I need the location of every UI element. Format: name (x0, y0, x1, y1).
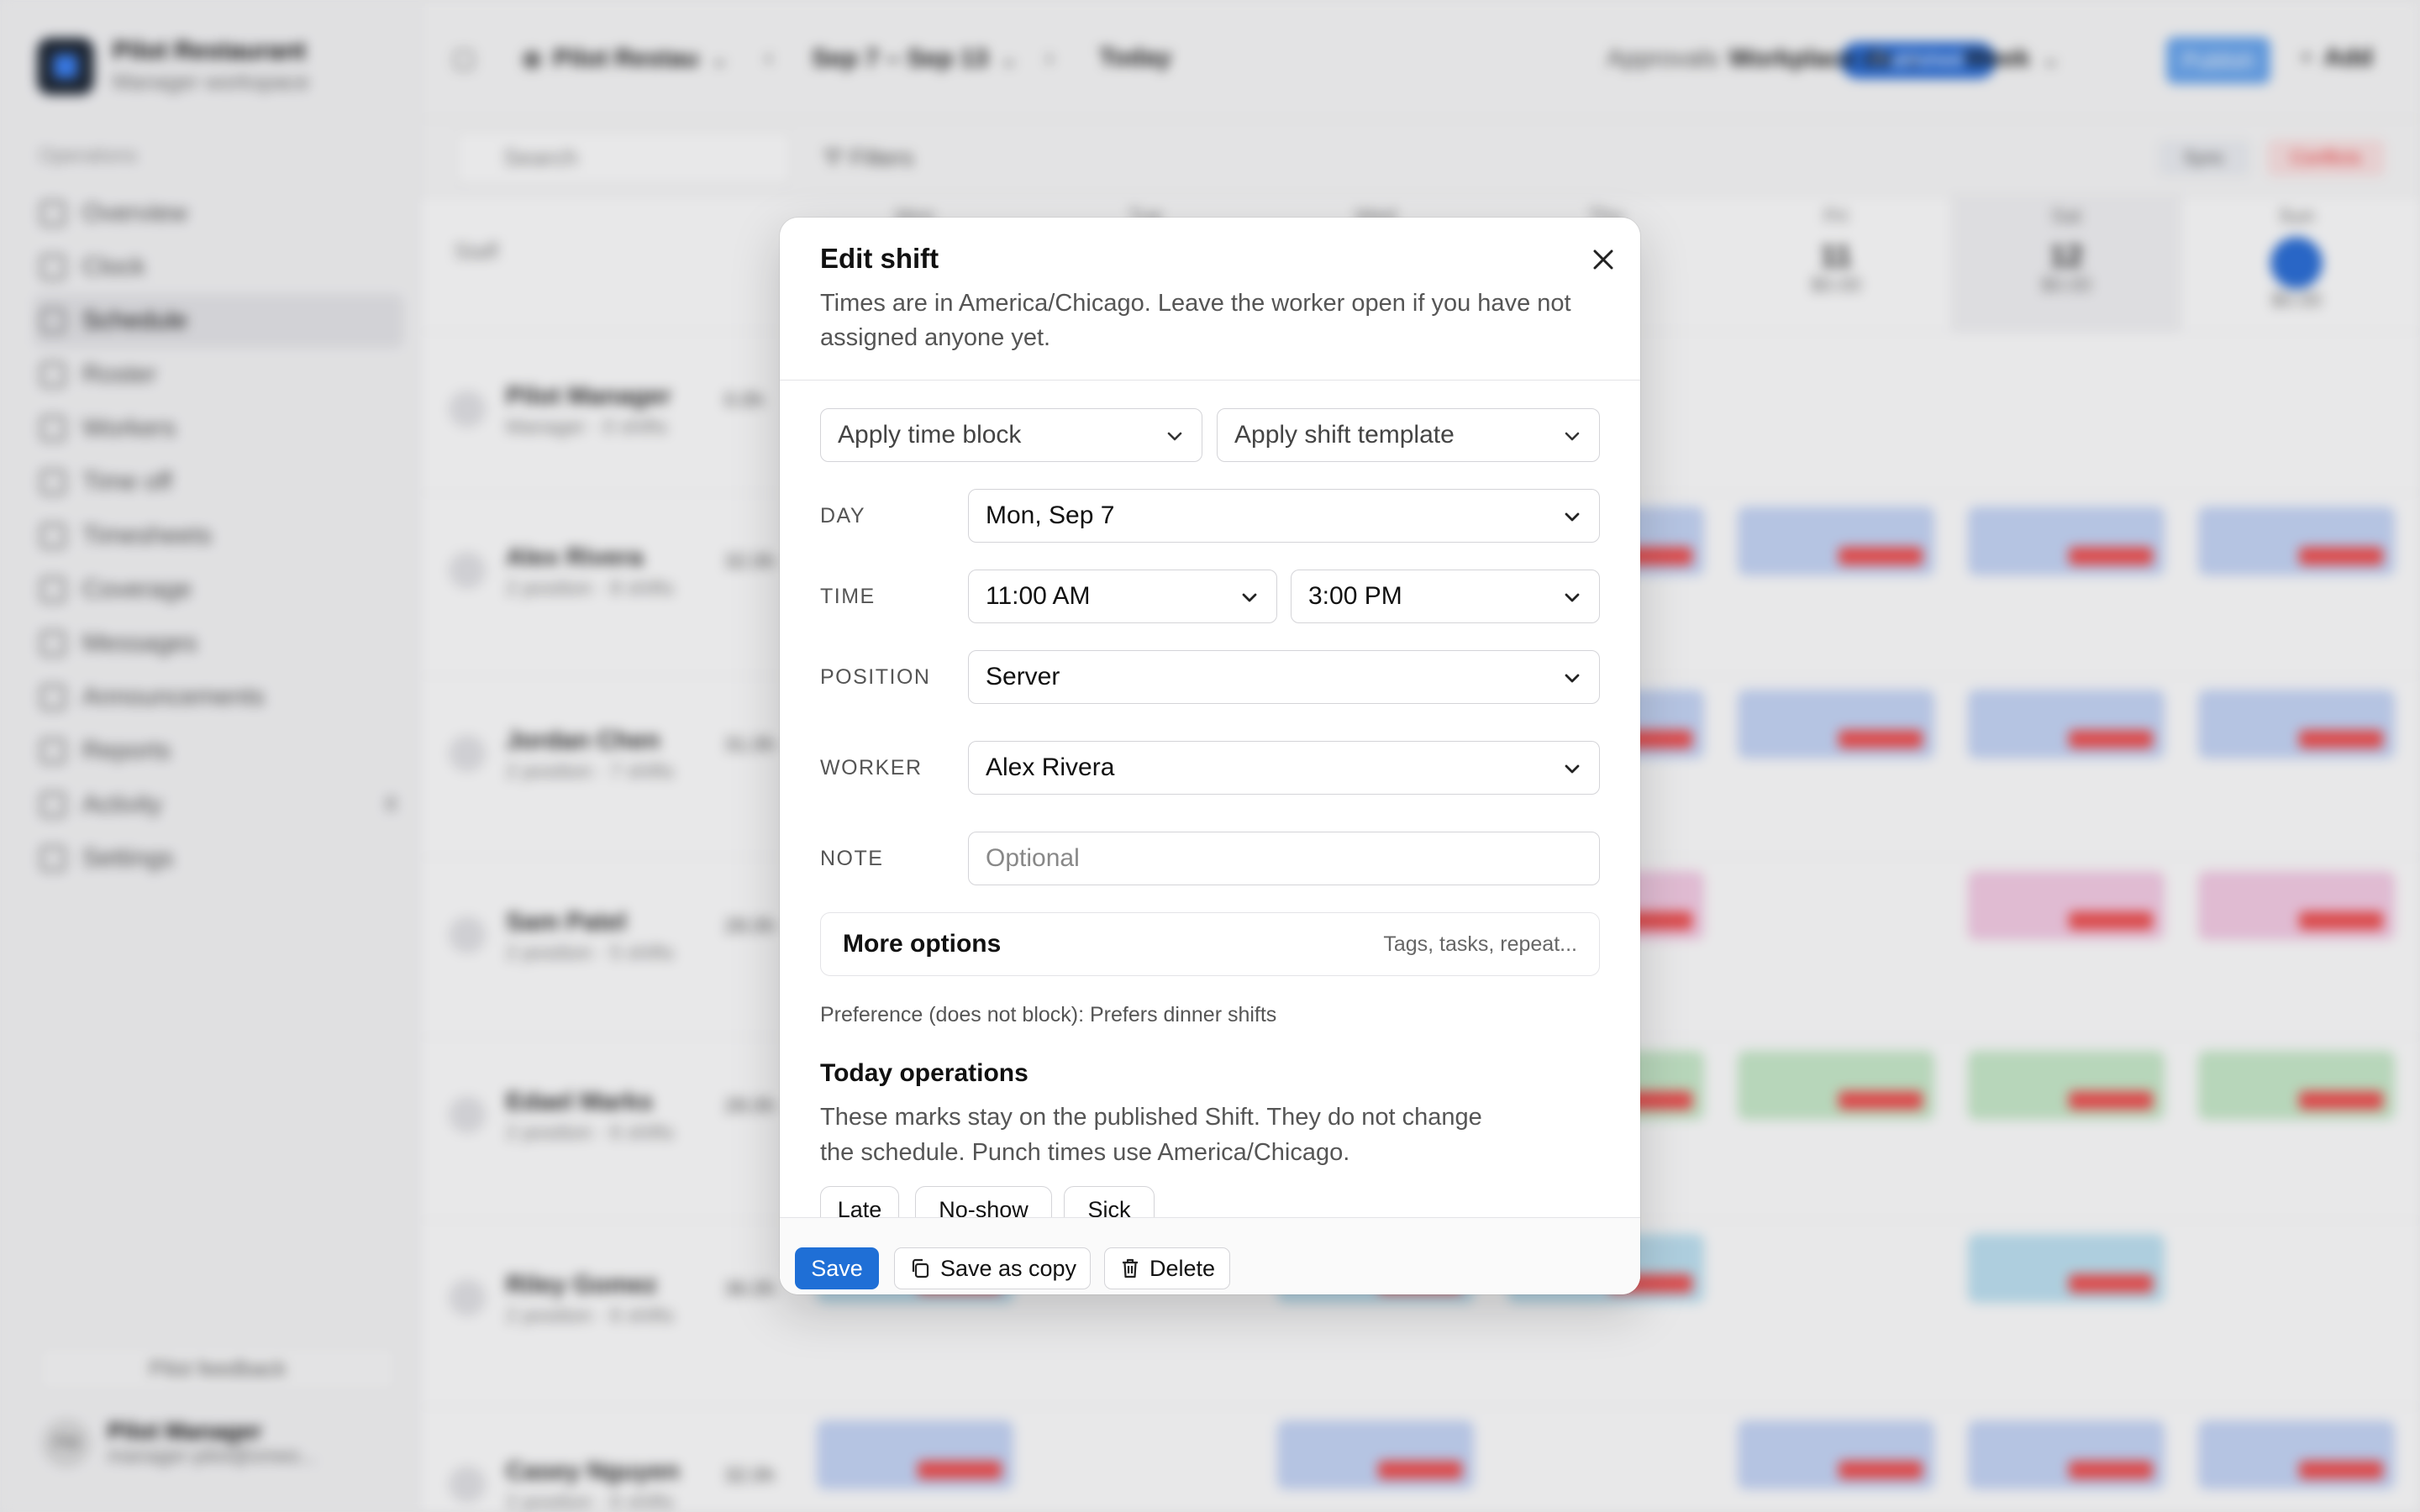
start-time-value: 11:00 AM (986, 582, 1091, 610)
close-icon[interactable] (1586, 243, 1620, 276)
end-time-select[interactable]: 3:00 PM (1291, 570, 1600, 623)
chevron-down-icon (1565, 593, 1580, 602)
today-operations-description: These marks stay on the published Shift.… (820, 1104, 1482, 1166)
delete-label: Delete (1149, 1255, 1216, 1281)
chevron-down-icon (1565, 512, 1580, 522)
trash-icon (1122, 1258, 1138, 1278)
day-label: DAY (820, 504, 866, 528)
day-value: Mon, Sep 7 (986, 501, 1115, 529)
apply-shift-template-label: Apply shift template (1234, 421, 1455, 449)
save-as-copy-label: Save as copy (939, 1255, 1077, 1281)
position-value: Server (986, 663, 1060, 690)
copy-icon (912, 1258, 929, 1278)
chevron-down-icon (1242, 593, 1257, 602)
position-label: POSITION (820, 665, 931, 689)
dialog-title: Edit shift (820, 243, 939, 274)
save-button[interactable]: Save (795, 1247, 879, 1289)
divider (780, 380, 1640, 381)
chevron-down-icon (1565, 674, 1580, 683)
more-options-toggle[interactable]: More options Tags, tasks, repeat... (820, 912, 1600, 976)
position-select[interactable]: Server (968, 650, 1600, 704)
edit-shift-dialog: Edit shift Times are in America/Chicago.… (780, 218, 1640, 1294)
apply-time-block-select[interactable]: Apply time block (820, 408, 1202, 462)
dialog-description: Times are in America/Chicago. Leave the … (820, 290, 1571, 351)
start-time-select[interactable]: 11:00 AM (968, 570, 1277, 623)
more-options-hint: Tags, tasks, repeat... (1383, 932, 1577, 956)
preference-note: Preference (does not block): Prefers din… (820, 1003, 1277, 1026)
note-label: NOTE (820, 847, 884, 870)
time-label: TIME (820, 585, 876, 608)
apply-time-block-label: Apply time block (838, 421, 1022, 449)
save-as-copy-button[interactable]: Save as copy (894, 1247, 1091, 1289)
note-input[interactable] (968, 832, 1600, 885)
chevron-down-icon (1167, 432, 1182, 441)
chevron-down-icon (1565, 764, 1580, 774)
delete-button[interactable]: Delete (1104, 1247, 1230, 1289)
today-operations-title: Today operations (820, 1059, 1028, 1087)
chevron-down-icon (1565, 432, 1580, 441)
worker-value: Alex Rivera (986, 753, 1115, 781)
day-select[interactable]: Mon, Sep 7 (968, 489, 1600, 543)
end-time-value: 3:00 PM (1308, 582, 1402, 610)
apply-shift-template-select[interactable]: Apply shift template (1217, 408, 1600, 462)
worker-select[interactable]: Alex Rivera (968, 741, 1600, 795)
worker-label: WORKER (820, 756, 923, 780)
more-options-label: More options (843, 930, 1002, 958)
